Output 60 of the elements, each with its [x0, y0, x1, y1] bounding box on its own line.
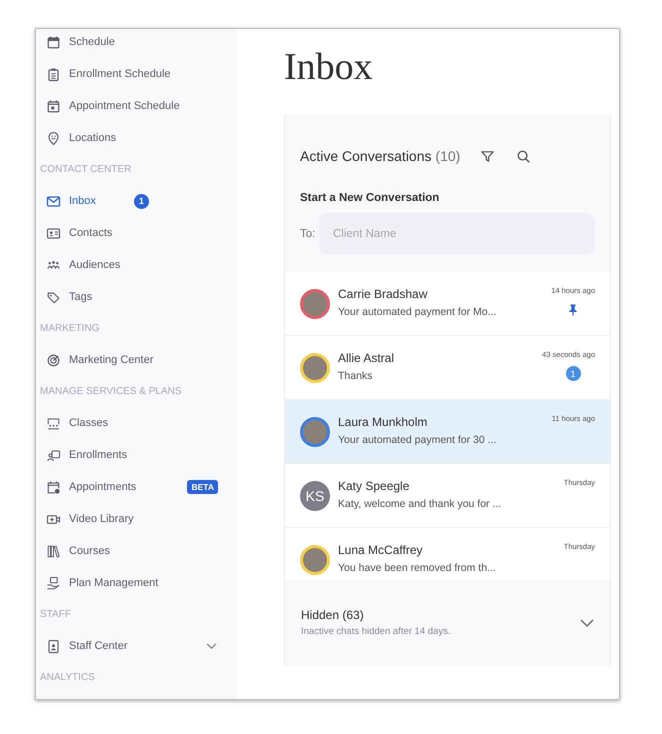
- message-preview: Katy, welcome and thank you for ...: [338, 498, 502, 510]
- clipboard-icon: [46, 66, 61, 82]
- calendar-icon: [46, 34, 61, 50]
- message-preview: You have been removed from th...: [338, 562, 497, 574]
- hidden-title: Hidden (63): [301, 608, 365, 622]
- location-pin-icon: [46, 130, 61, 146]
- hidden-note: Inactive chats hidden after 14 days.: [301, 626, 450, 637]
- sidebar-item[interactable]: Staff Center: [36, 630, 237, 662]
- envelope-icon: [46, 194, 61, 208]
- contact-name: Katy Speegle: [338, 478, 410, 492]
- message-preview: Your automated payment for 30 ...: [338, 434, 498, 446]
- sidebar-item[interactable]: Contacts: [36, 217, 237, 249]
- sidebar-item[interactable]: Audiences: [36, 249, 237, 281]
- section-header: STAFF: [39, 608, 72, 622]
- target-icon: [46, 352, 61, 368]
- to-label: To:: [300, 228, 316, 240]
- sidebar-item[interactable]: Enrollment Schedule: [36, 58, 237, 90]
- panel-title: Active Conversations (10): [300, 148, 460, 164]
- sidebar-item[interactable]: Enrollments: [36, 439, 237, 471]
- sidebar-item[interactable]: Courses: [36, 535, 237, 567]
- sidebar-item[interactable]: Marketing Center: [36, 344, 237, 376]
- count-badge: 1: [134, 194, 149, 208]
- classroom-icon: [46, 416, 61, 430]
- section-header: CONTACT CENTER: [39, 163, 132, 177]
- chevron-down-icon[interactable]: [206, 642, 217, 650]
- books-icon: [46, 544, 61, 558]
- hand-box-icon: [46, 576, 61, 590]
- contact-name: Laura Munkholm: [338, 414, 428, 428]
- sidebar-item[interactable]: Appointment Schedule: [36, 90, 237, 122]
- message-preview: Your automated payment for Mo...: [338, 306, 498, 318]
- badge-icon: [46, 638, 61, 654]
- chevron-down-icon[interactable]: [580, 618, 594, 626]
- sidebar-item[interactable]: Inbox 1: [36, 185, 237, 217]
- message-preview: Thanks: [338, 370, 374, 382]
- sidebar-item[interactable]: Locations: [36, 122, 237, 154]
- sidebar-item[interactable]: Classes: [36, 407, 237, 439]
- id-card-icon: [46, 226, 61, 240]
- sidebar-item[interactable]: Tags: [36, 281, 237, 313]
- section-header: MARKETING: [39, 322, 100, 336]
- sidebar-item[interactable]: Appointments BETA: [36, 471, 237, 503]
- sidebar-item[interactable]: Video Library: [36, 503, 237, 535]
- unread-badge: 1: [566, 366, 580, 381]
- calendar-icon: [46, 98, 61, 114]
- beta-tag: BETA: [187, 480, 218, 494]
- search-icon[interactable]: [516, 148, 532, 164]
- contact-name: Allie Astral: [338, 350, 396, 364]
- sidebar-item[interactable]: Plan Management: [36, 567, 237, 599]
- sidebar-item[interactable]: Schedule: [36, 29, 237, 58]
- section-heading: Start a New Conversation: [300, 192, 440, 204]
- person-screen-icon: [46, 448, 61, 462]
- filter-icon[interactable]: [480, 148, 496, 164]
- contact-name: Luna McCaffrey: [338, 542, 424, 556]
- contact-name: Carrie Bradshaw: [338, 286, 428, 300]
- calendar-person-icon: [46, 480, 61, 494]
- page-title: Inbox: [284, 45, 374, 89]
- section-header: MANAGE SERVICES & PLANS: [39, 385, 183, 399]
- section-header: ANALYTICS: [39, 671, 96, 685]
- avatar-initials: KS: [300, 480, 330, 510]
- client-name-field[interactable]: Client Name: [319, 213, 595, 254]
- tag-icon: [46, 290, 61, 304]
